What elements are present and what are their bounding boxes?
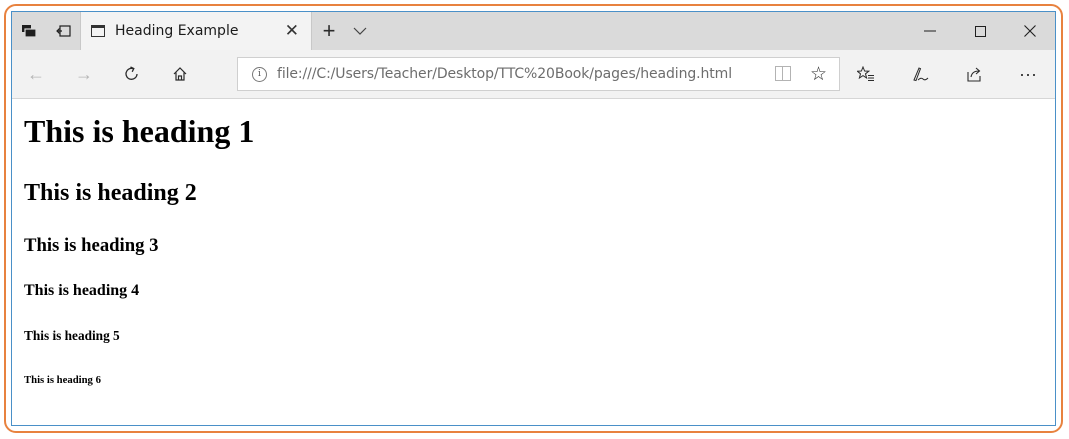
share-icon[interactable] bbox=[947, 50, 1001, 98]
forward-button[interactable]: → bbox=[60, 50, 108, 98]
heading-5: This is heading 5 bbox=[24, 328, 120, 343]
set-aside-tabs-icon[interactable] bbox=[12, 12, 46, 50]
chevron-down-icon[interactable] bbox=[346, 12, 374, 50]
tab-heading-example[interactable]: Heading Example ✕ bbox=[80, 12, 312, 50]
outer-frame: Heading Example ✕ + ← → i file:///C:/Use… bbox=[4, 4, 1063, 433]
refresh-button[interactable] bbox=[108, 50, 156, 98]
home-button[interactable] bbox=[156, 50, 204, 98]
maximize-button[interactable] bbox=[955, 12, 1005, 50]
title-bar: Heading Example ✕ + bbox=[12, 12, 1055, 50]
back-button[interactable]: ← bbox=[12, 50, 60, 98]
close-button[interactable] bbox=[1005, 12, 1055, 50]
address-bar[interactable]: i file:///C:/Users/Teacher/Desktop/TTC%2… bbox=[237, 57, 840, 91]
url-text[interactable]: file:///C:/Users/Teacher/Desktop/TTC%20B… bbox=[277, 66, 732, 82]
info-icon[interactable]: i bbox=[252, 66, 267, 82]
favorite-star-icon[interactable]: ☆ bbox=[810, 63, 827, 86]
tab-preview-icon[interactable] bbox=[46, 12, 80, 50]
minimize-button[interactable] bbox=[905, 12, 955, 50]
favorites-hub-icon[interactable] bbox=[839, 50, 893, 98]
navigation-bar: ← → i file:///C:/Users/Teacher/Desktop/T… bbox=[12, 50, 1055, 99]
heading-2: This is heading 2 bbox=[24, 180, 197, 206]
page-icon bbox=[91, 25, 105, 37]
heading-3: This is heading 3 bbox=[24, 235, 159, 256]
tab-close-icon[interactable]: ✕ bbox=[285, 21, 299, 41]
heading-1: This is heading 1 bbox=[24, 113, 255, 149]
reading-view-icon[interactable] bbox=[775, 66, 791, 81]
heading-6: This is heading 6 bbox=[24, 374, 101, 386]
new-tab-button[interactable]: + bbox=[312, 12, 346, 50]
toolbar-right: ··· bbox=[839, 50, 1055, 98]
page-content: This is heading 1 This is heading 2 This… bbox=[12, 99, 1055, 425]
more-button[interactable]: ··· bbox=[1001, 50, 1055, 98]
notes-pen-icon[interactable] bbox=[893, 50, 947, 98]
heading-4: This is heading 4 bbox=[24, 282, 140, 299]
tab-title: Heading Example bbox=[115, 23, 239, 39]
browser-window: Heading Example ✕ + ← → i file:///C:/Use… bbox=[11, 11, 1056, 426]
